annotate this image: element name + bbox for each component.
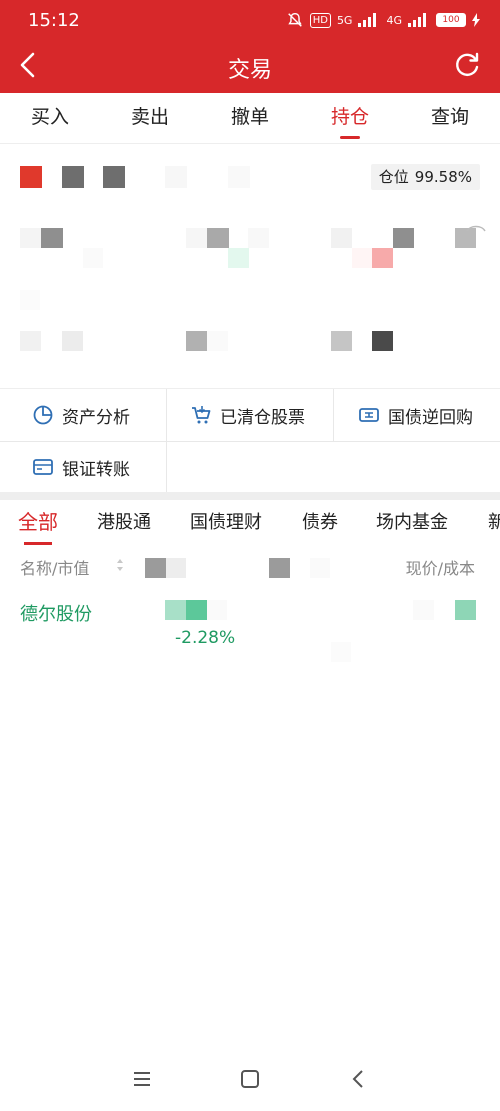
- charging-icon: [472, 13, 480, 27]
- status-time: 15:12: [28, 10, 80, 31]
- subtab-treasury[interactable]: 国债理财: [190, 508, 262, 534]
- subtab-hk-connect[interactable]: 港股通: [97, 508, 151, 534]
- subtab-new[interactable]: 新: [488, 508, 500, 534]
- tab-query[interactable]: 查询: [431, 93, 469, 143]
- sort-icon[interactable]: [116, 558, 124, 572]
- stock-change-percent: -2.28%: [175, 628, 236, 648]
- network-4g-label: 4G: [386, 13, 402, 27]
- holdings-list-header: 名称/市值 现价/成本: [0, 546, 500, 586]
- status-bar: 15:12 HD 5G 4G 100: [0, 0, 500, 40]
- cart-icon: [192, 406, 211, 424]
- ticket-icon: [359, 408, 379, 422]
- bank-transfer-button[interactable]: 银证转账: [32, 441, 130, 493]
- tab-buy[interactable]: 买入: [31, 93, 69, 143]
- app-header: 15:12 HD 5G 4G 100 交易: [0, 0, 500, 93]
- battery-icon: 100: [436, 13, 466, 27]
- signal-icon: [358, 13, 380, 27]
- cleared-stocks-button[interactable]: 已清仓股票: [190, 389, 305, 441]
- menu-icon[interactable]: [124, 1061, 160, 1097]
- asset-analysis-label: 资产分析: [62, 407, 130, 428]
- subtab-all[interactable]: 全部: [18, 506, 58, 545]
- bank-transfer-label: 银证转账: [62, 459, 130, 480]
- asset-analysis-button[interactable]: 资产分析: [32, 389, 130, 441]
- home-icon[interactable]: [232, 1061, 268, 1097]
- refresh-icon[interactable]: [452, 50, 482, 80]
- back-icon[interactable]: [340, 1061, 376, 1097]
- pie-chart-icon: [33, 405, 53, 425]
- mute-bell-icon: [287, 12, 302, 27]
- tab-cancel[interactable]: 撤单: [231, 93, 269, 143]
- subtab-bonds[interactable]: 债券: [302, 508, 338, 534]
- cleared-stocks-label: 已清仓股票: [220, 407, 305, 428]
- title-bar: 交易: [0, 40, 500, 93]
- hd-icon: HD: [309, 12, 331, 28]
- reverse-repo-button[interactable]: 国债逆回购: [358, 389, 473, 441]
- column-name-value[interactable]: 名称/市值: [20, 555, 89, 579]
- action-grid: 资产分析 已清仓股票 国债逆回购 银证转账: [0, 388, 500, 493]
- network-5g-label: 5G: [336, 13, 353, 27]
- subtab-etf[interactable]: 场内基金: [376, 508, 448, 534]
- signal-icon: [408, 13, 430, 27]
- column-price-cost[interactable]: 现价/成本: [406, 555, 475, 579]
- position-ratio-badge: 仓位 99.58%: [370, 164, 480, 190]
- section-divider: [0, 492, 500, 500]
- stock-name: 德尔股份: [20, 604, 92, 625]
- eye-icon[interactable]: [466, 222, 486, 236]
- holding-category-tabs: 全部 港股通 国债理财 债券 场内基金 新: [0, 500, 500, 545]
- page-title: 交易: [227, 58, 272, 83]
- position-value: 99.58%: [414, 168, 472, 186]
- trade-tabs: 买入 卖出 撤单 持仓 查询: [0, 93, 500, 144]
- status-icons: HD 5G 4G 100: [286, 9, 480, 31]
- card-icon: [33, 459, 53, 475]
- tab-holdings[interactable]: 持仓: [331, 93, 369, 143]
- system-nav-bar: [0, 1051, 500, 1111]
- reverse-repo-label: 国债逆回购: [388, 407, 473, 428]
- position-label: 仓位: [378, 168, 409, 186]
- tab-sell[interactable]: 卖出: [131, 93, 169, 143]
